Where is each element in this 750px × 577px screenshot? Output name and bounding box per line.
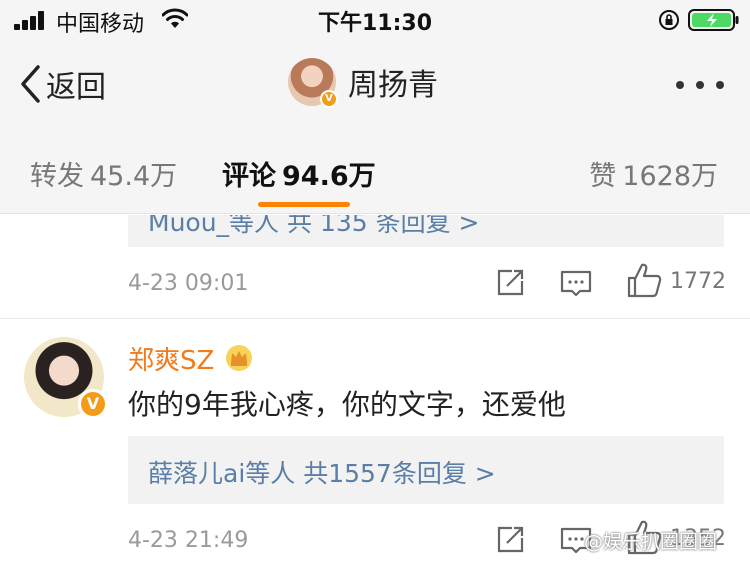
tab-likes[interactable]: 赞 1628万 (589, 154, 718, 193)
profile-title[interactable]: V 周扬青 (288, 56, 438, 108)
tab-label: 赞 (589, 161, 617, 192)
share-icon[interactable] (490, 520, 530, 560)
divider (0, 318, 750, 319)
tab-count: 1628万 (622, 161, 718, 192)
chevron-left-icon (21, 65, 40, 103)
tab-label: 评论 (222, 161, 276, 192)
comment-meta: 4-23 09:01 1772 (0, 263, 750, 307)
crown-badge-icon (226, 345, 253, 371)
reply-summary-text: Muou_等人 共 135 条回复 > (148, 215, 480, 237)
comment-text: 你的9年我心疼，你的文字，还爱他 (128, 388, 566, 421)
tab-count: 94.6万 (282, 161, 376, 192)
comment-icon[interactable] (556, 263, 596, 303)
comment-author: 郑爽SZ (128, 340, 254, 377)
avatar[interactable]: V (24, 337, 108, 419)
header: 中国移动 下午11:30 返回 V 周扬青 转发 45.4万 评论 94.6万 … (0, 0, 750, 214)
comment-list[interactable]: Muou_等人 共 135 条回复 > 4-23 09:01 1772 V 郑爽… (0, 215, 750, 577)
back-button[interactable]: 返回 (18, 62, 106, 106)
tab-comments[interactable]: 评论 94.6万 (222, 154, 376, 193)
reply-summary[interactable]: 薛落儿ai等人 共1557条回复 > (128, 436, 724, 504)
page-title: 周扬青 (348, 68, 438, 103)
share-icon[interactable] (490, 263, 530, 303)
reply-summary[interactable]: Muou_等人 共 135 条回复 > (128, 215, 724, 247)
active-tab-indicator (258, 202, 350, 207)
verified-badge-icon: V (78, 389, 108, 419)
more-options-button[interactable] (674, 80, 726, 92)
like-count: 1772 (670, 269, 726, 294)
reply-summary-text: 薛落儿ai等人 共1557条回复 > (148, 459, 496, 488)
tab-label: 转发 (30, 161, 84, 192)
comment-timestamp: 4-23 09:01 (128, 271, 249, 296)
status-time: 下午11:30 (317, 11, 433, 36)
nav-bar: 返回 V 周扬青 (0, 44, 750, 124)
battery-icon (688, 9, 739, 31)
back-label: 返回 (46, 70, 106, 105)
verified-badge-icon: V (320, 90, 338, 108)
tab-repost[interactable]: 转发 45.4万 (30, 154, 177, 193)
watermark: @娱乐扒圈圈圈 (584, 531, 718, 553)
tab-count: 45.4万 (90, 161, 178, 192)
avatar: V (288, 58, 338, 108)
comment-timestamp: 4-23 21:49 (128, 528, 249, 553)
status-bar: 中国移动 下午11:30 (0, 0, 750, 40)
orientation-lock-icon (659, 10, 679, 30)
username[interactable]: 郑爽SZ (128, 340, 214, 377)
thumbs-up-icon[interactable] (626, 261, 662, 299)
tab-bar: 转发 45.4万 评论 94.6万 赞 1628万 (0, 124, 750, 214)
